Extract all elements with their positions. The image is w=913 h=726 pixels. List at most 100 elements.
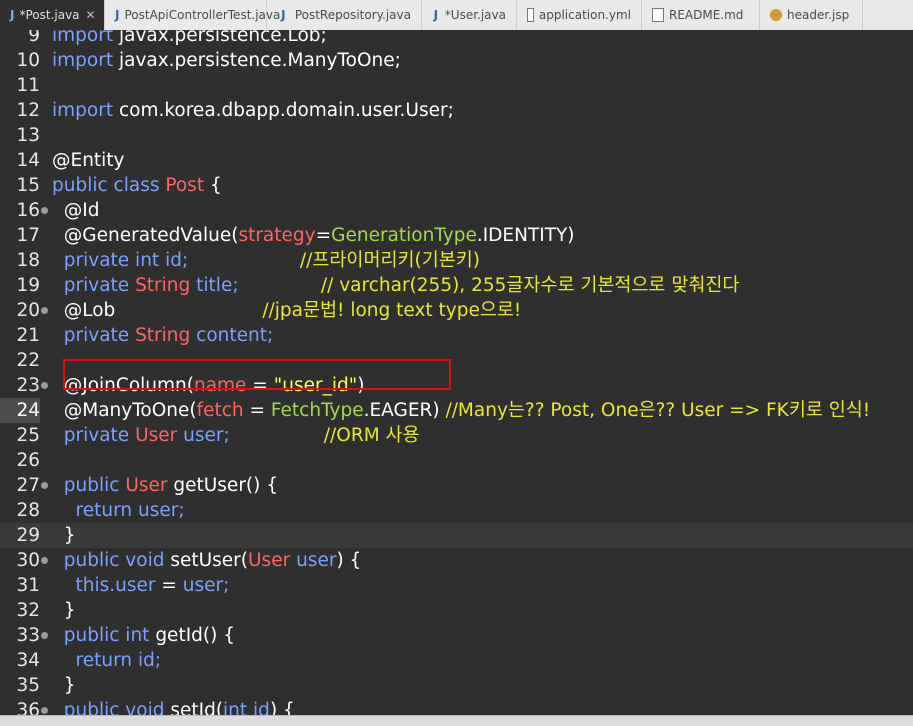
code-line[interactable]: 13 xyxy=(0,123,913,148)
code-line[interactable]: 35 } xyxy=(0,673,913,698)
tab-3[interactable]: J *User.java xyxy=(422,0,517,30)
code-text: private String title; // varchar(255), 2… xyxy=(52,273,740,298)
code-line[interactable]: 15 public class Post { xyxy=(0,173,913,198)
code-token: @Lob xyxy=(52,300,116,321)
fold-toggle-icon[interactable] xyxy=(41,557,48,564)
tab-4[interactable]: application.yml xyxy=(517,0,642,30)
fold-toggle-icon[interactable] xyxy=(41,307,48,314)
code-text: public class Post { xyxy=(52,173,222,198)
code-token: Post xyxy=(165,175,205,196)
code-line[interactable]: 25 private User user; //ORM 사용 xyxy=(0,423,913,448)
code-token: "user_id" xyxy=(273,375,358,396)
code-line[interactable]: 33 public int getId() { xyxy=(0,623,913,648)
line-number: 28 xyxy=(16,500,40,521)
java-file-icon: J xyxy=(10,8,15,22)
code-line[interactable]: 9 import javax.persistence.Lob; xyxy=(0,30,913,48)
code-text: private String content; xyxy=(52,323,273,348)
code-token: javax.persistence.Lob; xyxy=(118,30,327,46)
code-line[interactable]: 22 xyxy=(0,348,913,373)
line-number: 17 xyxy=(16,225,40,246)
close-icon[interactable]: ✕ xyxy=(86,8,96,22)
java-file-icon: J xyxy=(115,8,120,22)
tab-label: README.md xyxy=(669,8,744,22)
fold-toggle-icon[interactable] xyxy=(41,707,48,714)
code-line[interactable]: 20 @Lob //jpa문법! long text type으로! xyxy=(0,298,913,323)
code-token: User xyxy=(125,475,174,496)
code-line[interactable]: 11 xyxy=(0,73,913,98)
line-number: 18 xyxy=(16,250,40,271)
code-token: id xyxy=(253,700,270,715)
code-token: setUser( xyxy=(170,550,249,571)
code-token: public class xyxy=(52,175,166,196)
code-token: = xyxy=(315,225,332,246)
code-line[interactable]: 18 private int id; //프라이머리키(기본키) xyxy=(0,248,913,273)
fold-toggle-icon[interactable] xyxy=(41,632,48,639)
code-token: } xyxy=(52,600,76,621)
code-token: import xyxy=(52,30,119,46)
code-token: GenerationType xyxy=(331,225,477,246)
code-line[interactable]: 32 } xyxy=(0,598,913,623)
code-token: fetch xyxy=(196,400,244,421)
line-number: 11 xyxy=(16,75,40,96)
code-token: user; xyxy=(183,425,230,446)
code-line[interactable]: 28 return user; xyxy=(0,498,913,523)
code-token: name xyxy=(193,375,247,396)
tab-5[interactable]: README.md xyxy=(642,0,760,30)
line-number: 27 xyxy=(16,475,40,496)
code-line[interactable]: 36 public void setId(int id) { xyxy=(0,698,913,715)
code-line[interactable]: 19 private String title; // varchar(255)… xyxy=(0,273,913,298)
code-editor[interactable]: 9 import javax.persistence.Lob; 10 import j… xyxy=(0,30,913,715)
code-text: import com.korea.dbapp.domain.user.User; xyxy=(52,98,454,123)
code-line[interactable]: 12 import com.korea.dbapp.domain.user.Use… xyxy=(0,98,913,123)
line-number: 26 xyxy=(16,450,40,471)
line-number: 22 xyxy=(16,350,40,371)
code-token: FetchType xyxy=(270,400,364,421)
line-number: 31 xyxy=(16,575,40,596)
code-token: content; xyxy=(196,325,274,346)
code-line[interactable]: 31 this.user = user; xyxy=(0,573,913,598)
code-line[interactable]: 30 public void setUser(User user) { xyxy=(0,548,913,573)
code-token: = xyxy=(243,400,271,421)
code-text: return user; xyxy=(52,498,185,523)
code-token: @JoinColumn( xyxy=(52,375,194,396)
code-text: public void setId(int id) { xyxy=(52,698,295,715)
fold-toggle-icon[interactable] xyxy=(41,382,48,389)
code-line[interactable]: 10 import javax.persistence.ManyToOne; xyxy=(0,48,913,73)
code-line[interactable]: 21 private String content; xyxy=(0,323,913,348)
code-line[interactable]: 23 @JoinColumn(name = "user_id") xyxy=(0,373,913,398)
code-token: import xyxy=(52,50,119,71)
tab-label: application.yml xyxy=(538,8,631,22)
fold-toggle-icon[interactable] xyxy=(41,482,48,489)
code-text: @GeneratedValue(strategy=GenerationType.… xyxy=(52,223,575,248)
code-line[interactable]: 14 @Entity xyxy=(0,148,913,173)
code-token: strategy xyxy=(238,225,316,246)
code-token: @ManyToOne( xyxy=(52,400,197,421)
code-line[interactable]: 24 @ManyToOne(fetch = FetchType.EAGER) /… xyxy=(0,398,913,423)
code-token: User xyxy=(248,550,297,571)
fold-toggle-icon[interactable] xyxy=(41,207,48,214)
code-text: private User user; //ORM 사용 xyxy=(52,423,420,448)
bottom-panel-strip xyxy=(0,715,913,726)
editor-tab-bar: J *Post.java ✕ J PostApiControllerTest.java J… xyxy=(0,0,913,31)
code-line[interactable]: 26 xyxy=(0,448,913,473)
code-token: user; xyxy=(182,575,230,596)
code-line[interactable]: 27 public User getUser() { xyxy=(0,473,913,498)
code-text: public int getId() { xyxy=(52,623,235,648)
code-line[interactable]: 29 } xyxy=(0,523,913,548)
code-text: } xyxy=(52,673,76,698)
code-token: user xyxy=(115,575,156,596)
code-token: //ORM 사용 xyxy=(229,425,420,446)
tab-2[interactable]: J PostRepository.java xyxy=(267,0,422,30)
code-line[interactable]: 17 @GeneratedValue(strategy=GenerationTy… xyxy=(0,223,913,248)
tab-0[interactable]: J *Post.java ✕ xyxy=(0,0,105,30)
code-token: public void xyxy=(52,700,171,715)
line-number: 14 xyxy=(16,150,40,171)
code-text: private int id; //프라이머리키(기본키) xyxy=(52,248,480,273)
code-token: setId( xyxy=(170,700,224,715)
tab-1[interactable]: J PostApiControllerTest.java xyxy=(105,0,280,30)
tab-6[interactable]: header.jsp xyxy=(760,0,863,30)
code-line[interactable]: 16 @Id xyxy=(0,198,913,223)
line-number: 36 xyxy=(16,700,40,715)
code-line[interactable]: 34 return id; xyxy=(0,648,913,673)
line-number: 19 xyxy=(16,275,40,296)
